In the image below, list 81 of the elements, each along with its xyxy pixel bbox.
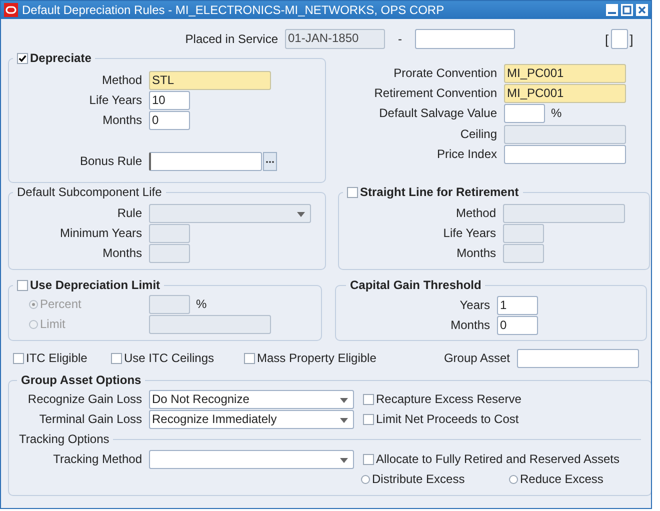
section-title: Default Subcomponent Life (17, 185, 162, 199)
field-label: Method (100, 73, 143, 87)
field-label: Terminal Gain Loss (38, 412, 143, 426)
field-label: Prorate Convention (392, 66, 498, 80)
input-field[interactable] (517, 348, 639, 368)
field-label: Bonus Rule (78, 154, 143, 168)
unit-text: % (196, 297, 207, 311)
checkbox-label: Limit Net Proceeds to Cost (376, 412, 519, 426)
checkbox[interactable] (363, 454, 374, 464)
input-field[interactable]: MI_PC001 (504, 84, 626, 102)
date-field[interactable] (415, 29, 515, 49)
caret-icon (297, 212, 305, 216)
field-label: Rule (116, 206, 143, 220)
input-field[interactable] (149, 152, 262, 170)
checkbox[interactable] (363, 414, 374, 424)
checkbox-label: Use ITC Ceilings (124, 351, 214, 365)
checkbox[interactable] (347, 186, 358, 198)
caret-icon (340, 398, 348, 402)
field-label: Placed in Service (184, 32, 279, 46)
checkbox-label: ITC Eligible (26, 351, 88, 365)
section-title: Group Asset Options (21, 373, 142, 387)
radio-label: Limit (40, 317, 66, 331)
field-label: Group Asset (442, 351, 511, 365)
field-label: Tracking Method (52, 452, 143, 466)
input-field[interactable]: 10 (149, 90, 190, 110)
minimize-icon[interactable] (606, 4, 618, 16)
input-field[interactable]: 0 (497, 316, 538, 334)
field-label: Recognize Gain Loss (26, 392, 143, 406)
checkbox[interactable] (363, 394, 374, 404)
field-label: Years (458, 298, 491, 312)
radio-label: Percent (40, 297, 82, 311)
section-title: Tracking Options (19, 432, 110, 446)
checkbox[interactable] (17, 280, 28, 290)
checkbox-label: Use Depreciation Limit (30, 278, 160, 292)
input-field[interactable]: 1 (497, 296, 538, 314)
field-label: Price Index (436, 147, 498, 161)
radio-label: Reduce Excess (520, 472, 604, 486)
input-field[interactable] (504, 144, 626, 164)
field-label: Months (450, 318, 491, 332)
field-label: Life Years (88, 93, 143, 107)
range-separator: - (398, 32, 402, 46)
checkbox-label: Straight Line for Retirement (360, 185, 519, 199)
dropdown[interactable] (149, 450, 354, 468)
caret-icon (340, 458, 348, 462)
checkbox[interactable] (111, 352, 122, 364)
unit-text: % (551, 106, 562, 120)
field-label: Ceiling (459, 127, 498, 141)
input-field[interactable]: MI_PC001 (504, 64, 626, 82)
input-field[interactable]: 0 (149, 110, 190, 130)
bracket-text: ] (630, 32, 634, 46)
bracket-text: [ (605, 32, 609, 46)
dropdown[interactable]: Do Not Recognize (149, 390, 354, 408)
input-field[interactable] (610, 29, 628, 49)
field-label: Method (454, 206, 497, 220)
field-label: Default Salvage Value (378, 106, 498, 120)
field-label: Months (102, 246, 143, 260)
field-label: Minimum Years (58, 226, 143, 240)
checkbox[interactable] (13, 352, 24, 364)
input-field[interactable] (504, 104, 545, 122)
field-label: Retirement Convention (373, 86, 498, 100)
field-label: Months (456, 246, 497, 260)
field-label: Months (102, 113, 143, 127)
radio-button[interactable] (509, 474, 518, 484)
window-title: Default Depreciation Rules - MI_ELECTRONICS-MI_NETWORKS, OPS CORP (22, 3, 446, 17)
field-label: Life Years (442, 226, 497, 240)
checkbox[interactable] (17, 52, 28, 64)
checkbox-label: Recapture Excess Reserve (376, 392, 522, 406)
checkbox[interactable] (244, 352, 255, 364)
close-icon[interactable] (636, 4, 648, 16)
dropdown[interactable]: Recognize Immediately (149, 410, 354, 428)
checkbox-label: Mass Property Eligible (257, 351, 376, 365)
input-field[interactable]: STL (149, 70, 271, 90)
radio-label: Distribute Excess (372, 472, 465, 486)
section-title: Capital Gain Threshold (350, 278, 482, 292)
caret-icon (340, 418, 348, 422)
radio-button[interactable] (361, 474, 370, 484)
list-of-values-button[interactable] (263, 152, 277, 170)
checkbox-label: Allocate to Fully Retired and Reserved Assets (376, 452, 620, 466)
checkbox-label: Depreciate (30, 51, 92, 65)
app-logo-icon (4, 3, 18, 17)
maximize-icon[interactable] (621, 4, 633, 16)
